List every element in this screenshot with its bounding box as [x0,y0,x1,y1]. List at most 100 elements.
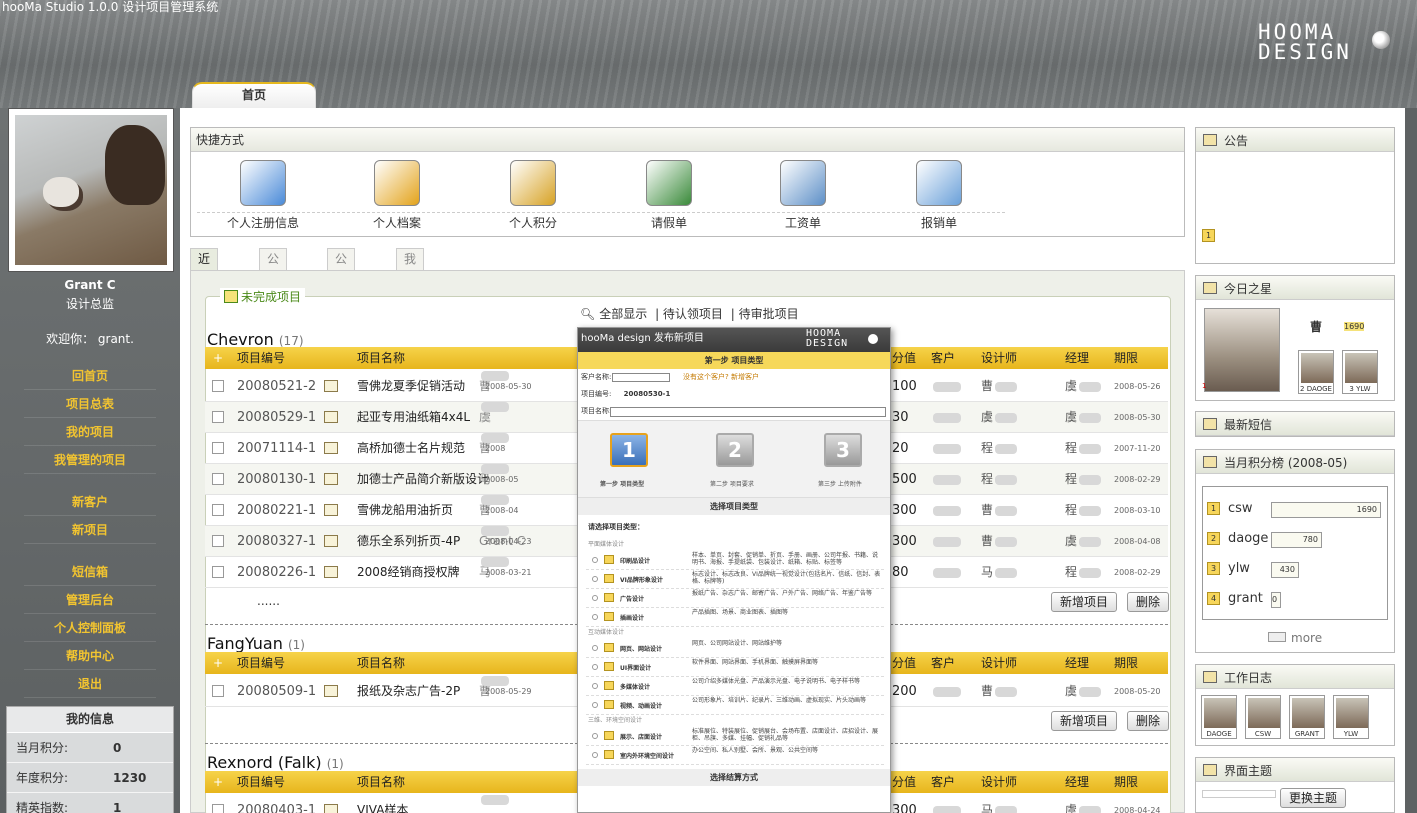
close-icon[interactable] [868,334,878,344]
delete-button[interactable]: 删除 [1127,592,1170,612]
add-project-button[interactable]: 新增项目 [1051,711,1118,731]
project-id[interactable]: 20080226-1 [237,557,316,588]
quick-item-5[interactable]: 报销单 [879,160,999,231]
type-option[interactable]: VI品牌形象设计 标志设计、标志改良、VI品牌统一视觉设计(包括名片、信纸、信封、… [586,570,884,589]
document-icon[interactable] [324,442,338,454]
type-option[interactable]: 广告设计 报纸广告、杂志广告、邮寄广告、户外广告、网络广告、年鉴广告等 [586,589,884,608]
worklog-thumb[interactable]: GRANT [1289,695,1325,739]
tab-home[interactable]: 首页 [192,82,316,108]
col-add[interactable]: + [213,652,223,674]
type-radio[interactable] [592,645,598,651]
nav-item-3[interactable]: 我管理的项目 [24,448,156,474]
project-id[interactable]: 20080509-1 [237,676,316,707]
tab-company-rules[interactable]: 公司制度 [259,248,288,329]
type-radio[interactable] [592,576,598,582]
type-radio[interactable] [592,752,598,758]
nav-item-8[interactable]: 个人控制面板 [24,616,156,642]
document-icon[interactable] [324,473,338,485]
ranking-row[interactable]: 3 ylw [1207,561,1250,576]
project-name-input[interactable] [610,407,886,417]
filter-unclaimed[interactable]: 待认领项目 [663,307,723,321]
quick-item-2[interactable]: 个人积分 [473,160,593,231]
col-add[interactable]: + [213,347,223,369]
notice-badge[interactable]: 1 [1202,229,1215,242]
type-option[interactable]: 网页、网站设计 网页、公司网站设计、网站维护等 [586,639,884,658]
type-option[interactable]: UI界面设计 软件界面、网站界面、手机界面、触摸屏界面等 [586,658,884,677]
type-radio[interactable] [592,595,598,601]
tab-recent-projects[interactable]: 近期项目 [190,248,219,329]
type-radio[interactable] [592,702,598,708]
project-name[interactable]: 加德士产品简介新版设计 [357,464,489,495]
ranking-row[interactable]: 2 daoge [1207,531,1268,546]
monitor-step1-icon[interactable]: 1 [610,433,648,467]
project-name[interactable]: 高桥加德士名片规范 [357,433,465,464]
filter-pending-approval[interactable]: 待审批项目 [739,307,799,321]
row-checkbox[interactable] [212,685,224,697]
project-name[interactable]: 德乐全系列折页-4P [357,526,460,557]
row-checkbox[interactable] [212,535,224,547]
monitor-step2-icon[interactable]: 2 [716,433,754,467]
nav-item-0[interactable]: 回首页 [24,364,156,390]
row-checkbox[interactable] [212,411,224,423]
type-option[interactable]: 印刷品设计 样本、单页、封套、促销单、折页、手册、画册、公司年报、书籍、说明书、海… [586,551,884,570]
monitor-step3-icon[interactable]: 3 [824,433,862,467]
tab-company-standards[interactable]: 公司标准 [327,248,356,329]
star-thumb[interactable]: 2 DAOGE [1298,350,1334,394]
row-checkbox[interactable] [212,442,224,454]
type-radio[interactable] [592,733,598,739]
type-option[interactable]: 插画设计 产品插图、场景、商业图表、插图等 [586,608,884,627]
nav-item-6[interactable]: 短信箱 [24,560,156,586]
nav-item-7[interactable]: 管理后台 [24,588,156,614]
document-icon[interactable] [324,380,338,392]
col-add[interactable]: + [213,771,223,793]
quick-item-3[interactable]: 请假单 [609,160,729,231]
type-radio[interactable] [592,683,598,689]
type-option[interactable]: 展示、店面设计 标准展位、特装展位、促销展台、会场布置、店面设计、店招设计、展柜、… [586,727,884,746]
star-thumb[interactable]: 1 [1202,382,1222,394]
worklog-thumb[interactable]: CSW [1245,695,1281,739]
project-name[interactable]: 报纸及杂志广告-2P [357,676,460,707]
document-icon[interactable] [324,411,338,423]
quick-item-0[interactable]: 个人注册信息 [203,160,323,231]
nav-item-9[interactable]: 帮助中心 [24,644,156,670]
star-thumb[interactable]: 3 YLW [1342,350,1378,394]
row-checkbox[interactable] [212,380,224,392]
project-id[interactable]: 20080327-1 [237,526,316,557]
type-option[interactable]: 室内外环境空间设计 办公空间、私人别墅、会所、景观、公共空间等 [586,746,884,765]
document-icon[interactable] [324,504,338,516]
filter-all[interactable]: 全部显示 [599,307,647,321]
delete-button[interactable]: 删除 [1127,711,1170,731]
project-id[interactable]: 20080221-1 [237,495,316,526]
type-option[interactable]: 视频、动画设计 公司形象片、培训片、纪录片、三维动画、虚拟现实、片头动画等 [586,696,884,715]
type-radio[interactable] [592,664,598,670]
project-id[interactable]: 20080130-1 [237,464,316,495]
nav-item-5[interactable]: 新项目 [24,518,156,544]
worklog-thumb[interactable]: DAOGE [1201,695,1237,739]
project-id[interactable]: 20080521-2 [237,371,316,402]
add-client-link[interactable]: 没有这个客户? 新增客户 [683,369,759,386]
worklog-thumb[interactable]: YLW [1333,695,1369,739]
row-checkbox[interactable] [212,804,224,813]
ranking-row[interactable]: 4 grant [1207,591,1263,606]
project-id[interactable]: 20080529-1 [237,402,316,433]
project-id[interactable]: 20071114-1 [237,433,316,464]
row-checkbox[interactable] [212,473,224,485]
project-name[interactable]: 起亚专用油纸箱4x4L [357,402,470,433]
type-radio[interactable] [592,557,598,563]
project-name[interactable]: VIVA样本 [357,795,408,813]
more-link[interactable]: more [1291,631,1322,645]
project-id[interactable]: 20080403-1 [237,795,316,813]
type-radio[interactable] [592,614,598,620]
tab-my-log[interactable]: 我的日志 [396,248,425,329]
ranking-row[interactable]: 1 csw [1207,501,1253,516]
add-project-button[interactable]: 新增项目 [1051,592,1118,612]
change-theme-button[interactable]: 更换主题 [1280,788,1347,808]
type-option[interactable]: 多媒体设计 公司介绍多媒体光盘、产品演示光盘、电子说明书、电子样书等 [586,677,884,696]
quick-item-1[interactable]: 个人档案 [337,160,457,231]
nav-item-1[interactable]: 项目总表 [24,392,156,418]
nav-item-10[interactable]: 退出 [24,672,156,698]
document-icon[interactable] [324,804,338,813]
document-icon[interactable] [324,535,338,547]
project-name[interactable]: 2008经销商授权牌 [357,557,460,588]
document-icon[interactable] [324,566,338,578]
